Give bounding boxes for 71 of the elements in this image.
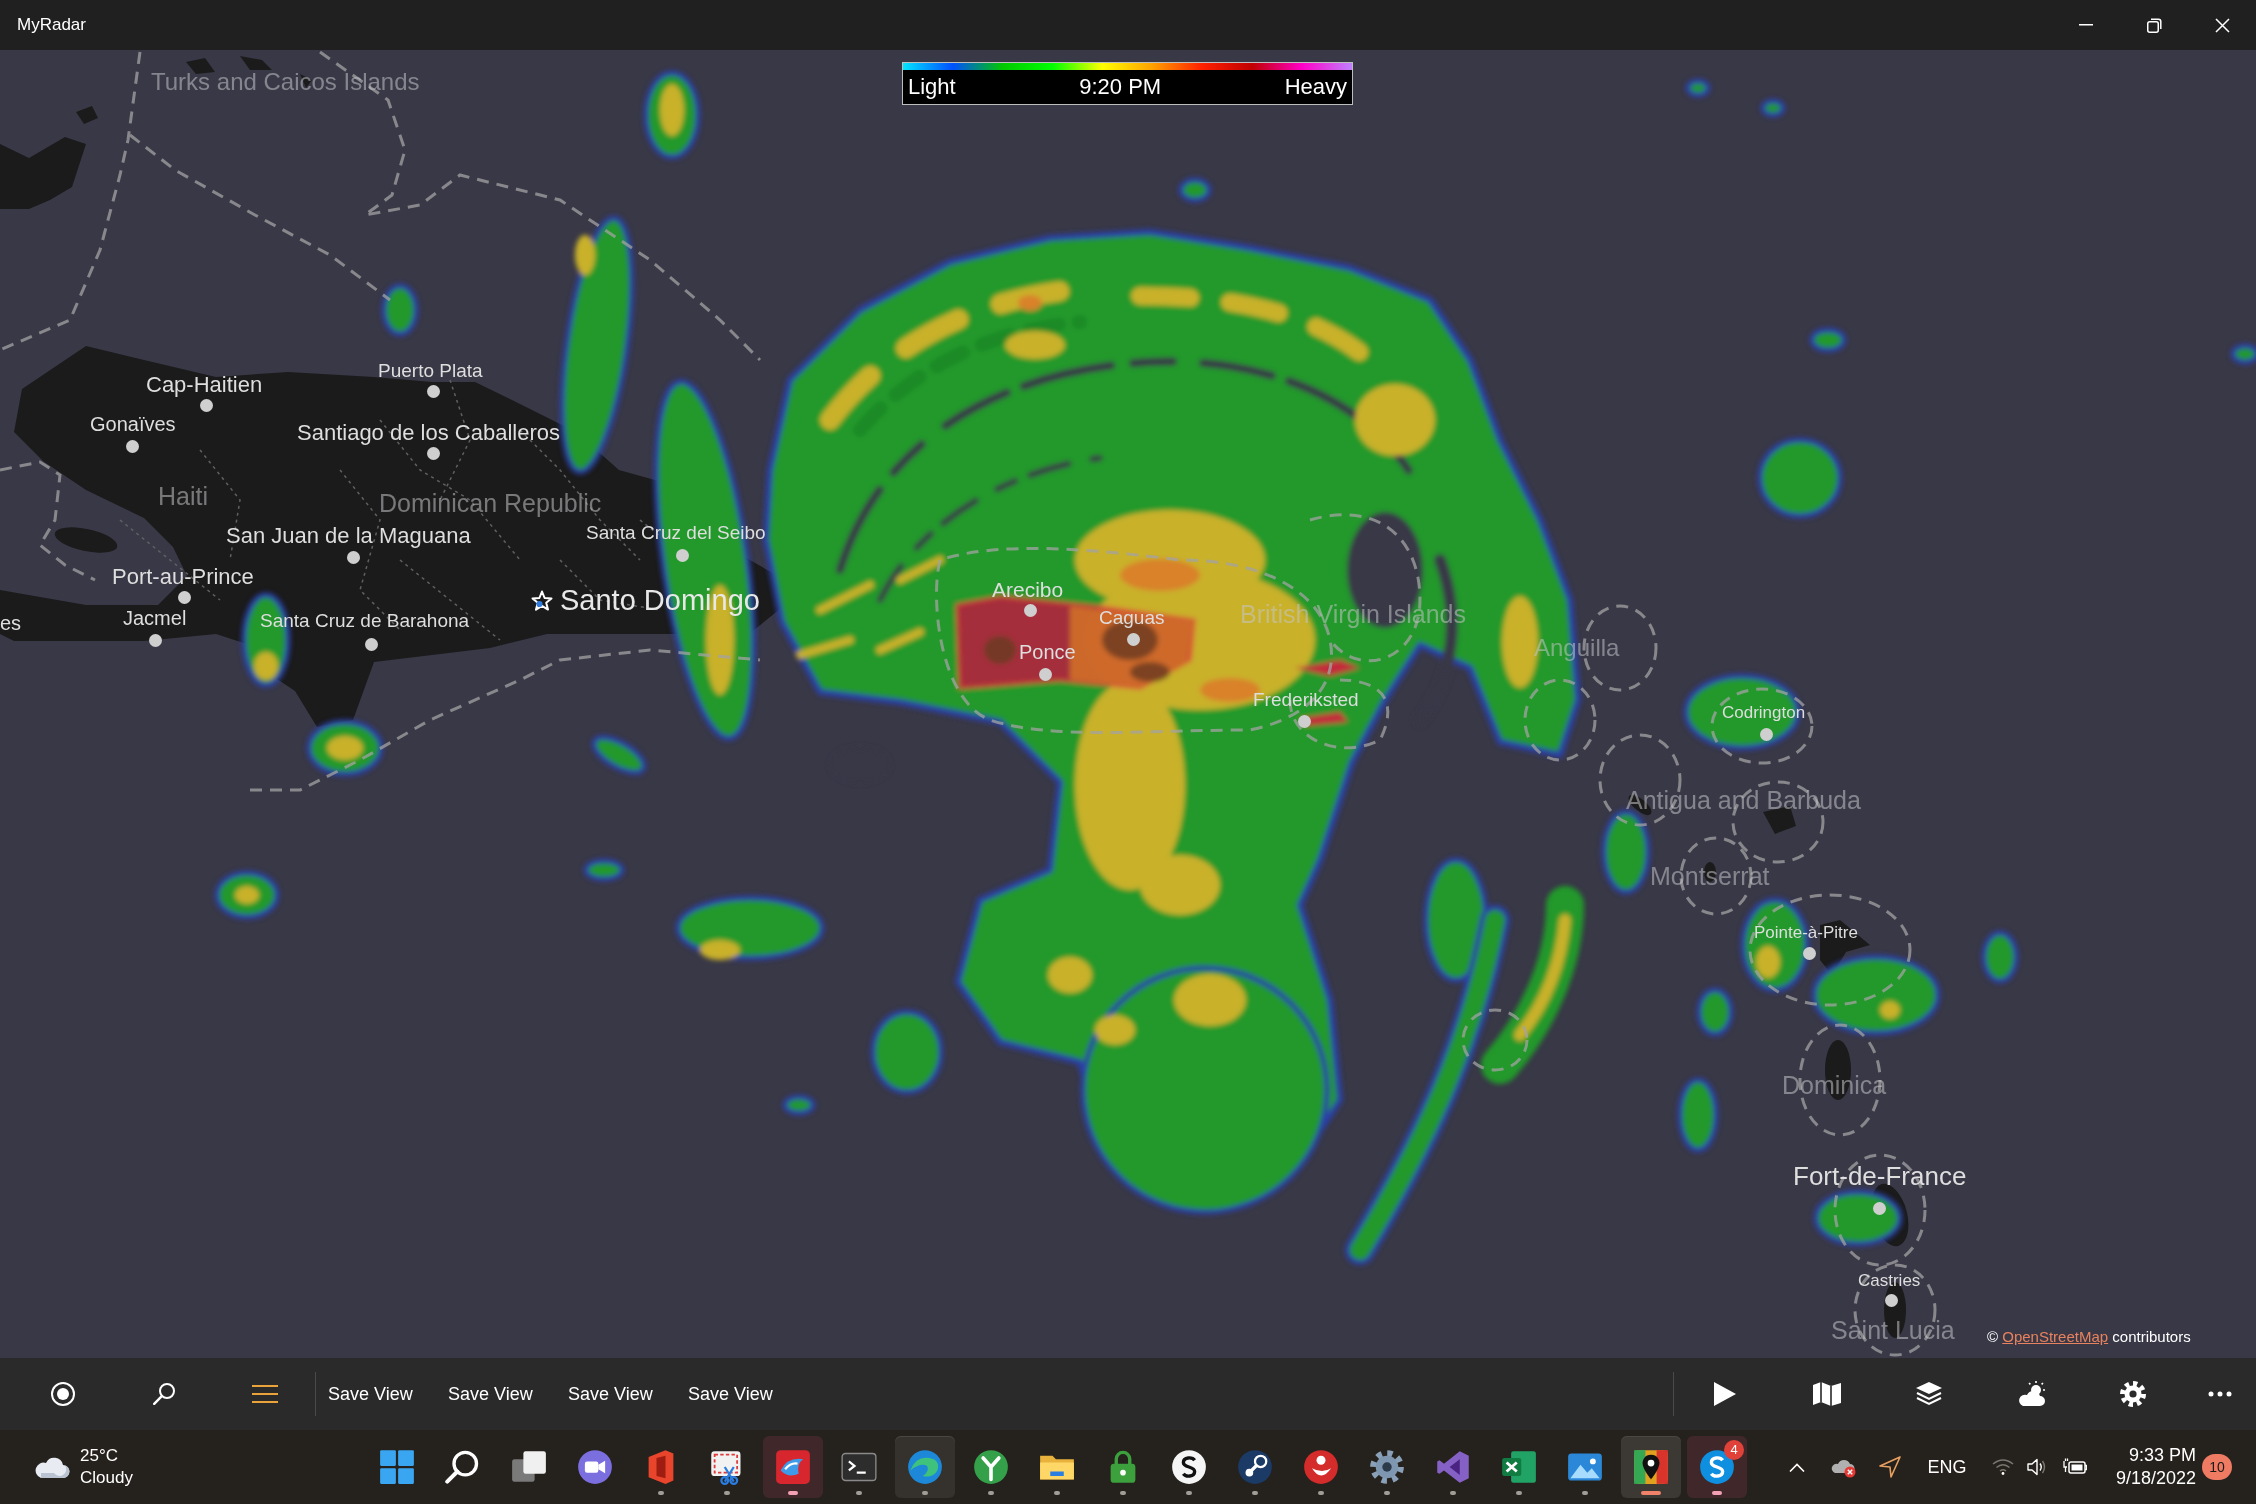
notifications-button[interactable]: 10	[2202, 1454, 2232, 1480]
city-label: Santa Cruz de Barahona	[260, 610, 470, 632]
clock-button[interactable]: 9:33 PM 9/18/2022	[2100, 1443, 2196, 1491]
region-label: Saint Lucia	[1831, 1315, 1955, 1345]
wifi-icon[interactable]	[1992, 1459, 2014, 1475]
overlapping-windows-icon	[511, 1449, 547, 1485]
sun-cloud-icon	[2016, 1381, 2046, 1407]
taskbar-app-button[interactable]	[895, 1436, 955, 1498]
legend-time: 9:20 PM	[1079, 74, 1162, 100]
letter-s-icon	[1171, 1449, 1207, 1485]
video-camera-icon	[577, 1449, 613, 1485]
swoosh-tile-icon	[775, 1449, 811, 1485]
city-label: Frederiksted	[1253, 689, 1359, 711]
smile-circle-icon	[1303, 1449, 1339, 1485]
linked-circles-icon	[1237, 1449, 1273, 1485]
close-icon	[2214, 17, 2230, 33]
city-label: es	[0, 611, 22, 635]
minimize-icon	[2079, 24, 2093, 26]
layers-icon	[1916, 1382, 1942, 1406]
folded-map-icon	[1813, 1382, 1841, 1406]
city-label: Caguas	[1099, 607, 1165, 629]
region-label: Haiti	[158, 481, 208, 511]
city-label: Jacmel	[123, 606, 187, 630]
city-label: Ponce	[1019, 640, 1076, 664]
city-label: Santiago de los Caballeros	[297, 420, 560, 446]
save-view-button[interactable]: Save View	[316, 1364, 436, 1424]
chevron-up-icon[interactable]	[1789, 1462, 1805, 1472]
taskbar-app-button[interactable]	[1621, 1436, 1681, 1498]
map-attribution: © OpenStreetMap contributors	[1987, 1328, 2191, 1346]
settings-icon	[1369, 1449, 1405, 1485]
openstreetmap-link[interactable]: OpenStreetMap	[2002, 1328, 2109, 1345]
save-view-button[interactable]: Save View	[556, 1364, 676, 1424]
save-view-button[interactable]: Save View	[676, 1364, 796, 1424]
city-label: Port-au-Prince	[112, 564, 254, 590]
save-view-button[interactable]: Save View	[436, 1364, 556, 1424]
region-label: Antigua and Barbuda	[1626, 785, 1861, 815]
navigation-arrow-icon[interactable]	[1879, 1456, 1901, 1478]
more-icon	[2208, 1391, 2232, 1397]
city-label: Fort-de-France	[1793, 1162, 1967, 1192]
language-button[interactable]: ENG	[1912, 1442, 1982, 1492]
city-label: Puerto Plata	[378, 360, 483, 382]
search-icon	[445, 1449, 481, 1485]
four-squares-icon	[379, 1449, 415, 1485]
notification-badge: 4	[1724, 1440, 1744, 1460]
window-title: MyRadar	[16, 15, 86, 35]
fork-circle-icon	[973, 1449, 1009, 1485]
map-pin-icon	[1633, 1449, 1669, 1485]
city-label: Santa Cruz del Seibo	[586, 522, 766, 544]
restore-icon	[2146, 17, 2162, 33]
legend-low-label: Light	[908, 74, 956, 100]
legend-high-label: Heavy	[1284, 74, 1347, 100]
city-label: Codrington	[1722, 703, 1806, 723]
city-label: Pointe-à-Pitre	[1754, 923, 1858, 943]
weather-widget[interactable]: 25°C Cloudy	[28, 1437, 139, 1497]
ribbon-icon	[1435, 1449, 1471, 1485]
battery-charging-icon[interactable]	[2063, 1458, 2087, 1476]
taskbar-app-button[interactable]: 4	[1687, 1436, 1747, 1498]
cloud-icon	[34, 1455, 70, 1479]
wave-circle-icon	[907, 1449, 943, 1485]
city-label: Cap-Haitien	[146, 372, 263, 398]
city-label: Castries	[1858, 1271, 1921, 1291]
speaker-icon[interactable]	[2027, 1458, 2047, 1476]
play-icon	[1714, 1382, 1736, 1406]
spreadsheet-icon	[1501, 1449, 1537, 1485]
star-icon	[531, 590, 553, 612]
city-label: Gonaïves	[90, 412, 176, 436]
region-label: Turks and Caicos Islands	[151, 68, 420, 96]
region-label: Dominican Republic	[379, 488, 602, 518]
city-label: San Juan de la Maguana	[226, 523, 471, 549]
settings-icon	[2120, 1381, 2146, 1407]
city-label: Arecibo	[992, 577, 1064, 603]
